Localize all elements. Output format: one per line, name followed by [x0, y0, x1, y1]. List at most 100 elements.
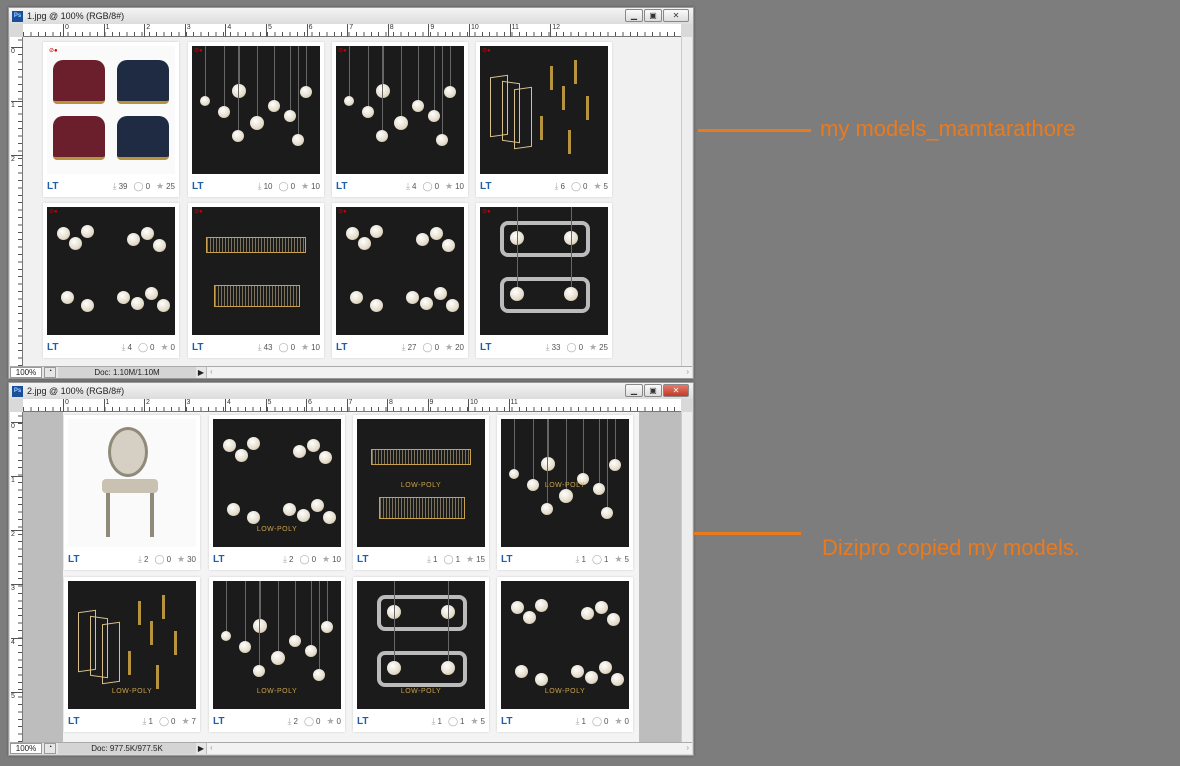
brand-label[interactable]: LT — [68, 716, 137, 727]
brand-label[interactable]: LT — [501, 554, 570, 565]
model-thumbnail[interactable] — [68, 419, 196, 547]
brand-label[interactable]: LT — [336, 342, 396, 353]
brand-label[interactable]: LT — [192, 342, 252, 353]
status-menu-arrow[interactable]: ▶ — [196, 368, 206, 377]
model-thumbnail[interactable]: ⊘● — [336, 207, 464, 335]
wire — [533, 419, 534, 479]
wire — [205, 46, 206, 96]
status-menu-arrow[interactable]: ▶ — [196, 744, 206, 753]
low-poly-label: LOW-POLY — [544, 482, 586, 489]
downloads-count: 2 — [293, 716, 298, 726]
stars-count: 5 — [480, 716, 485, 726]
model-thumbnail[interactable]: ⊘● — [192, 207, 320, 335]
ruler-tick-label: 6 — [306, 399, 312, 412]
brand-label[interactable]: LT — [501, 716, 570, 727]
scroll-right-icon[interactable]: › — [686, 743, 689, 754]
brand-label[interactable]: LT — [68, 554, 132, 565]
scroll-left-icon[interactable]: ‹ — [210, 367, 213, 378]
title-bar[interactable]: Ps 2.jpg @ 100% (RGB/8#) ▁ ▣ ✕ — [9, 383, 693, 399]
wire — [327, 581, 328, 621]
model-card[interactable]: LOW-POLY LT ⤓ 1 ◯ 1 ★ 15 — [353, 415, 489, 570]
ruler-tick-label: 10 — [468, 399, 478, 412]
brand-label[interactable]: LT — [213, 716, 282, 727]
stars-stat: ★ 25 — [156, 181, 175, 192]
model-card[interactable]: LOW-POLY LT ⤓ 1 ◯ 1 ★ 5 — [497, 415, 633, 570]
vertical-scrollbar[interactable] — [681, 412, 692, 742]
comments-count: 0 — [290, 342, 296, 352]
vertical-scrollbar[interactable] — [681, 37, 692, 366]
brand-label[interactable]: LT — [357, 716, 426, 727]
model-card[interactable]: LOW-POLY LT ⤓ 1 ◯ 0 ★ 7 — [64, 577, 200, 732]
horizontal-scrollbar[interactable]: ‹ › — [206, 367, 692, 378]
model-card[interactable]: ⊘● LT ⤓ 33 ◯ 0 ★ 25 — [476, 203, 612, 358]
wire — [368, 46, 369, 106]
card-stats: LT ⤓ 1 ◯ 0 ★ 0 — [501, 714, 629, 728]
stars-stat: ★ 30 — [177, 554, 196, 565]
brand-label[interactable]: LT — [192, 181, 252, 192]
model-thumbnail[interactable]: LOW-POLY — [501, 419, 629, 547]
model-thumbnail[interactable]: LOW-POLY — [68, 581, 196, 709]
model-card[interactable]: ⊘● LT ⤓ 4 ◯ 0 ★ 0 — [43, 203, 179, 358]
star-icon: ★ — [466, 553, 475, 564]
model-card[interactable]: ⊘● LT ⤓ 39 ◯ 0 ★ 25 — [43, 42, 179, 197]
model-card[interactable]: ⊘● LT ⤓ 10 ◯ 0 ★ 10 — [188, 42, 324, 197]
model-card[interactable]: LOW-POLY LT ⤓ 1 ◯ 0 ★ 0 — [497, 577, 633, 732]
brand-label[interactable]: LT — [480, 342, 540, 353]
maximize-button[interactable]: ▣ — [644, 384, 662, 397]
pendant-shade — [412, 100, 424, 112]
model-thumbnail[interactable]: LOW-POLY — [501, 581, 629, 709]
model-card[interactable]: LOW-POLY LT ⤓ 1 ◯ 1 ★ 5 — [353, 577, 489, 732]
model-thumbnail[interactable]: LOW-POLY — [357, 581, 485, 709]
model-card[interactable]: ⊘● LT ⤓ 4 ◯ 0 ★ 10 — [332, 42, 468, 197]
model-thumbnail[interactable]: ⊘● — [47, 207, 175, 335]
model-card[interactable]: ⊘● LT ⤓ 43 ◯ 0 ★ 10 — [188, 203, 324, 358]
brand-label[interactable]: LT — [47, 342, 116, 353]
model-thumbnail[interactable]: ⊘● — [480, 207, 608, 335]
model-card[interactable]: LT ⤓ 2 ◯ 0 ★ 30 — [64, 415, 200, 570]
ruler-tick-label: 5 — [11, 692, 23, 700]
brand-label[interactable]: LT — [357, 554, 421, 565]
globe — [416, 233, 429, 246]
model-thumbnail[interactable]: ⊘● — [336, 46, 464, 174]
globe — [69, 237, 82, 250]
status-info-icon[interactable]: ◔ — [44, 743, 56, 754]
title-bar[interactable]: Ps 1.jpg @ 100% (RGB/8#) ▁ ▣ ✕ — [9, 8, 693, 24]
model-card[interactable]: ⊘● LT ⤓ 27 ◯ 0 ★ 20 — [332, 203, 468, 358]
model-thumbnail[interactable]: LOW-POLY — [213, 419, 341, 547]
photoshop-icon: Ps — [12, 385, 23, 397]
comments-stat: ◯ 0 — [138, 342, 155, 353]
model-card[interactable]: ⊘● LT ⤓ 6 ◯ 0 ★ 5 — [476, 42, 612, 197]
brand-label[interactable]: LT — [213, 554, 277, 565]
low-poly-label: LOW-POLY — [544, 688, 586, 695]
horizontal-scrollbar[interactable]: ‹ › — [206, 743, 692, 754]
close-button[interactable]: ✕ — [663, 9, 689, 22]
model-thumbnail[interactable]: LOW-POLY — [213, 581, 341, 709]
model-thumbnail[interactable]: ⊘● — [47, 46, 175, 174]
maximize-button[interactable]: ▣ — [644, 9, 662, 22]
model-thumbnail[interactable]: ⊘● — [192, 46, 320, 174]
comments-stat: ◯ 0 — [159, 716, 176, 727]
pendant-shade — [253, 619, 267, 633]
close-button[interactable]: ✕ — [663, 384, 689, 397]
brand-label[interactable]: LT — [47, 181, 107, 192]
zoom-level-field[interactable]: 100% — [10, 367, 42, 378]
status-info-icon[interactable]: ◔ — [44, 367, 56, 378]
minimize-button[interactable]: ▁ — [625, 384, 643, 397]
minimize-button[interactable]: ▁ — [625, 9, 643, 22]
model-thumbnail[interactable]: ⊘● — [480, 46, 608, 174]
ruler-tick-label: 3 — [184, 399, 190, 412]
model-card[interactable]: LOW-POLY LT ⤓ 2 ◯ 0 ★ 0 — [209, 577, 345, 732]
downloads-count: 10 — [263, 181, 273, 191]
globe — [434, 287, 447, 300]
model-card[interactable]: LOW-POLY LT ⤓ 2 ◯ 0 ★ 10 — [209, 415, 345, 570]
scroll-left-icon[interactable]: ‹ — [210, 743, 213, 754]
comments-stat: ◯ 0 — [299, 554, 316, 565]
card-stats: LT ⤓ 2 ◯ 0 ★ 0 — [213, 714, 341, 728]
scroll-right-icon[interactable]: › — [686, 367, 689, 378]
zoom-level-field[interactable]: 100% — [10, 743, 42, 754]
globe — [131, 297, 144, 310]
model-thumbnail[interactable]: LOW-POLY — [357, 419, 485, 547]
brand-label[interactable]: LT — [336, 181, 400, 192]
brand-label[interactable]: LT — [480, 181, 549, 192]
pendant-shade — [387, 661, 401, 675]
